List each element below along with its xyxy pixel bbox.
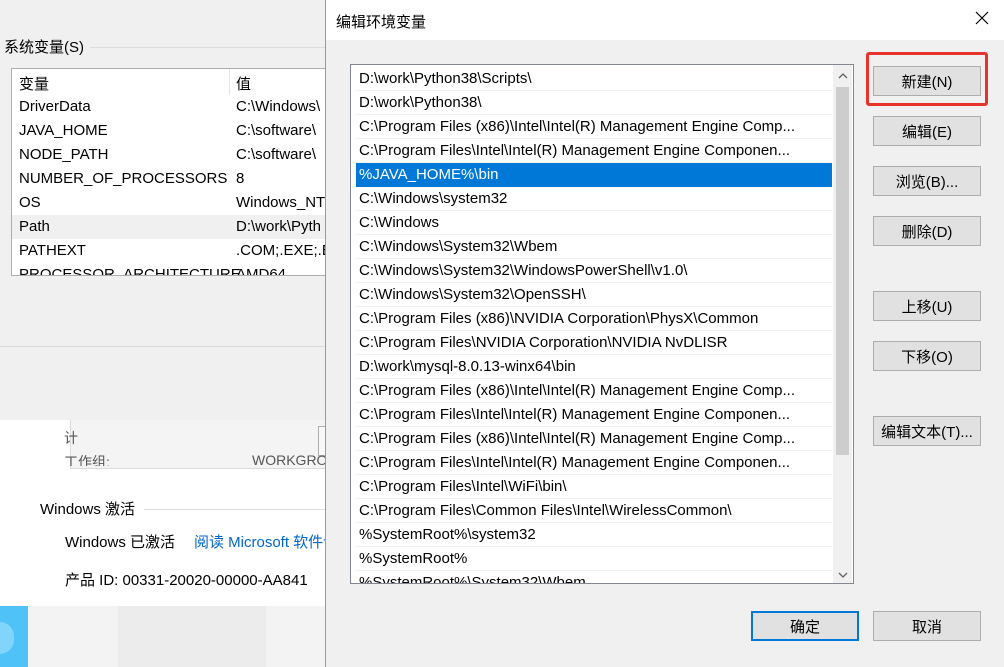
activation-heading: Windows 激活: [40, 501, 136, 518]
edit-button[interactable]: 编辑(E): [873, 116, 981, 146]
license-terms-link[interactable]: 阅读 Microsoft 软件许可条款: [194, 531, 326, 552]
path-item[interactable]: C:\Program Files (x86)\Intel\Intel(R) Ma…: [356, 115, 832, 139]
path-item[interactable]: C:\Program Files\Intel\Intel(R) Manageme…: [356, 403, 832, 427]
variable-value: Windows_NT: [236, 194, 326, 211]
table-row[interactable]: OS Windows_NT: [12, 191, 342, 215]
column-header-variable[interactable]: 变量: [19, 73, 49, 94]
vertical-scrollbar[interactable]: [833, 65, 852, 583]
move-up-button[interactable]: 上移(U): [873, 291, 981, 321]
path-list[interactable]: D:\work\Python38\Scripts\ D:\work\Python3…: [350, 64, 854, 584]
system-variables-list[interactable]: 变量 值 DriverData C:\Windows\ JAVA_HOME C:…: [11, 68, 343, 276]
variable-name: PROCESSOR_ARCHITECTURE: [19, 266, 241, 276]
table-row[interactable]: PROCESSOR_ARCHITECTURE AMD64: [12, 263, 342, 276]
variable-name: Path: [19, 218, 50, 235]
dialog-title: 编辑环境变量: [336, 14, 427, 31]
path-item[interactable]: D:\work\mysql-8.0.13-winx64\bin: [356, 355, 832, 379]
panel-divider: [0, 346, 330, 347]
variable-value: C:\Windows\: [236, 98, 321, 115]
path-item[interactable]: C:\Program Files\NVIDIA Corporation\NVID…: [356, 331, 832, 355]
title-bar[interactable]: 编辑环境变量: [326, 0, 1004, 40]
path-item[interactable]: C:\Windows\System32\WindowsPowerShell\v1…: [356, 259, 832, 283]
variable-name: NUMBER_OF_PROCESSORS: [19, 170, 228, 187]
variable-value: AMD64: [236, 266, 287, 276]
new-button[interactable]: 新建(N): [873, 66, 981, 96]
variable-value: .COM;.EXE;.B: [236, 242, 332, 259]
path-item[interactable]: C:\Program Files\Intel\WiFi\bin\: [356, 475, 832, 499]
path-item[interactable]: C:\Windows\System32\OpenSSH\: [356, 283, 832, 307]
path-item[interactable]: C:\Program Files (x86)\Intel\Intel(R) Ma…: [356, 427, 832, 451]
workgroup-label: 工作组:: [64, 454, 110, 466]
variable-name: JAVA_HOME: [19, 122, 108, 139]
scroll-down-button[interactable]: [833, 564, 852, 583]
edit-text-button[interactable]: 编辑文本(T)...: [873, 416, 981, 446]
variable-value: D:\work\Pyth: [236, 218, 322, 235]
table-row[interactable]: DriverData C:\Windows\: [12, 95, 342, 119]
variable-name: PATHEXT: [19, 242, 86, 259]
edit-environment-variable-dialog: 编辑环境变量 D:\work\Python38\Scripts\ D:\work\…: [325, 0, 1004, 667]
path-item[interactable]: C:\Program Files (x86)\NVIDIA Corporatio…: [356, 307, 832, 331]
taskbar-block: [118, 606, 266, 667]
path-item[interactable]: C:\Windows\System32\Wbem: [356, 235, 832, 259]
browse-button[interactable]: 浏览(B)...: [873, 166, 981, 196]
table-row[interactable]: JAVA_HOME C:\software\: [12, 119, 342, 143]
ghost-label: 计: [64, 430, 78, 446]
activated-status: Windows 已激活: [65, 534, 176, 551]
move-down-button[interactable]: 下移(O): [873, 341, 981, 371]
path-item[interactable]: C:\Windows: [356, 211, 832, 235]
table-row[interactable]: NUMBER_OF_PROCESSORS 8: [12, 167, 342, 191]
ok-button[interactable]: 确定: [751, 611, 859, 641]
system-properties-panel: 系统变量(S) 变量 值 DriverData C:\Windows\ JAVA…: [0, 0, 343, 420]
close-button[interactable]: [959, 0, 1004, 40]
cancel-button[interactable]: 取消: [873, 611, 981, 641]
delete-button[interactable]: 删除(D): [873, 216, 981, 246]
chevron-up-icon: [838, 66, 848, 83]
path-item[interactable]: C:\Program Files\Intel\Intel(R) Manageme…: [356, 451, 832, 475]
path-item-selected[interactable]: %JAVA_HOME%\bin: [356, 163, 832, 187]
system-variables-label: 系统变量(S): [4, 39, 84, 56]
close-icon: [975, 11, 989, 29]
product-id: 产品 ID: 00331-20020-00000-AA841: [65, 572, 308, 589]
path-item[interactable]: C:\Windows\system32: [356, 187, 832, 211]
variable-name: NODE_PATH: [19, 146, 109, 163]
column-divider[interactable]: [229, 69, 230, 95]
path-item[interactable]: %SystemRoot%: [356, 547, 832, 571]
path-item[interactable]: %SystemRoot%\System32\Wbem: [356, 571, 832, 583]
variable-value: C:\software\: [236, 146, 317, 163]
variable-name: OS: [19, 194, 41, 211]
table-row[interactable]: NODE_PATH C:\software\: [12, 143, 342, 167]
path-item[interactable]: %SystemRoot%\system32: [356, 523, 832, 547]
path-item[interactable]: C:\Program Files (x86)\Intel\Intel(R) Ma…: [356, 379, 832, 403]
table-row-selected[interactable]: Path D:\work\Pyth: [12, 215, 342, 239]
path-item[interactable]: D:\work\Python38\: [356, 91, 832, 115]
list-header: 变量 值: [12, 69, 342, 95]
variable-name: DriverData: [19, 98, 91, 115]
path-item[interactable]: C:\Program Files\Common Files\Intel\Wire…: [356, 499, 832, 523]
variable-value: 8: [236, 170, 245, 187]
scroll-thumb[interactable]: [836, 87, 849, 455]
path-item[interactable]: D:\work\Python38\Scripts\: [356, 67, 832, 91]
column-header-value[interactable]: 值: [236, 73, 251, 94]
path-item[interactable]: C:\Program Files\Intel\Intel(R) Manageme…: [356, 139, 832, 163]
heading-divider: [144, 509, 328, 510]
scroll-up-button[interactable]: [833, 65, 852, 84]
table-row[interactable]: PATHEXT .COM;.EXE;.B: [12, 239, 342, 263]
chevron-down-icon: [838, 565, 848, 582]
section-divider: [90, 47, 326, 48]
variable-value: C:\software\: [236, 122, 317, 139]
